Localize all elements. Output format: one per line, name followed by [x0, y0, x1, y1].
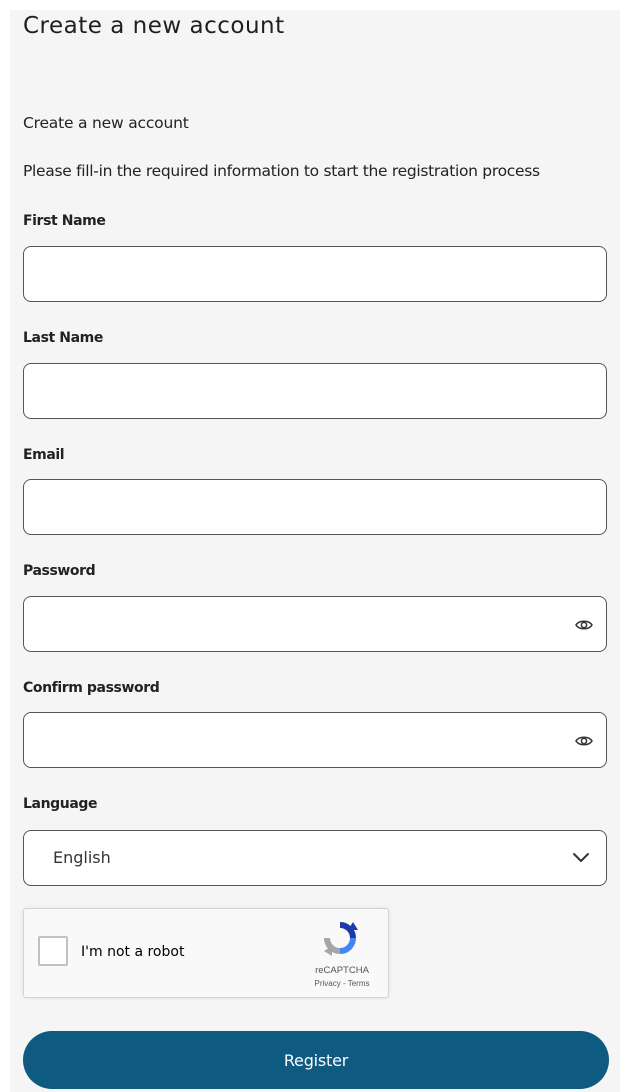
form-subtitle: Create a new account [23, 114, 189, 132]
password-field-container [23, 596, 607, 652]
password-input[interactable] [24, 597, 606, 651]
recaptcha-checkbox[interactable] [38, 936, 68, 966]
first-name-field-container [23, 246, 607, 302]
registration-page: Create a new account Create a new accoun… [10, 10, 620, 1092]
last-name-input[interactable] [24, 364, 606, 418]
first-name-label: First Name [23, 213, 106, 229]
terms-link[interactable]: Terms [348, 979, 370, 988]
recaptcha-label: I'm not a robot [81, 944, 185, 960]
eye-icon[interactable] [574, 615, 594, 635]
chevron-down-icon [573, 853, 589, 862]
recaptcha-links: Privacy - Terms [302, 979, 382, 988]
recaptcha-logo-icon [324, 922, 358, 956]
first-name-input[interactable] [24, 247, 606, 301]
form-instructions: Please fill-in the required information … [23, 162, 540, 180]
language-select[interactable]: English [23, 830, 607, 886]
page-title: Create a new account [23, 13, 285, 39]
email-label: Email [23, 447, 65, 463]
link-separator: - [340, 979, 348, 988]
privacy-link[interactable]: Privacy [315, 979, 341, 988]
register-button[interactable]: Register [23, 1031, 609, 1089]
confirm-password-label: Confirm password [23, 680, 160, 696]
recaptcha-widget: I'm not a robot reCAPTCHA Privacy - Term… [23, 908, 389, 998]
email-input[interactable] [24, 480, 606, 534]
recaptcha-brand: reCAPTCHA [315, 965, 369, 976]
language-selected-value: English [53, 848, 111, 867]
confirm-password-field-container [23, 712, 607, 768]
email-field-container [23, 479, 607, 535]
last-name-field-container [23, 363, 607, 419]
eye-icon[interactable] [574, 731, 594, 751]
last-name-label: Last Name [23, 330, 103, 346]
password-label: Password [23, 563, 96, 579]
confirm-password-input[interactable] [24, 713, 606, 767]
language-label: Language [23, 796, 98, 812]
